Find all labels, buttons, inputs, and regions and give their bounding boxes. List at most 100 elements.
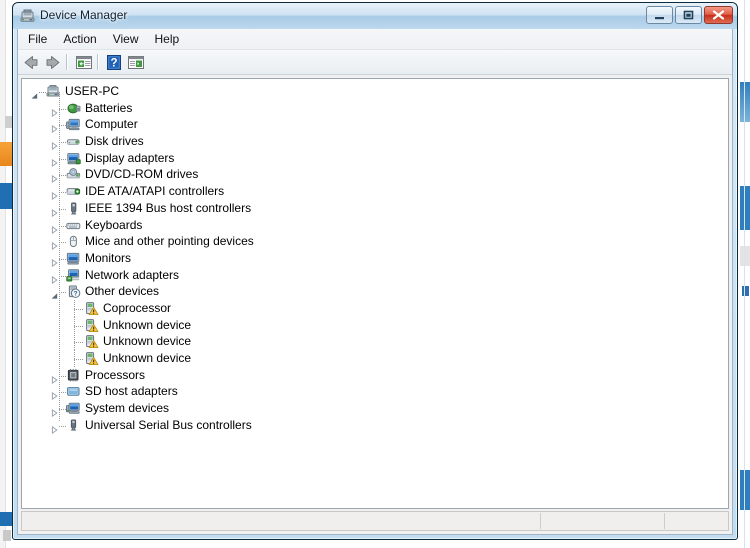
twisty-collapsed-icon[interactable]	[51, 238, 58, 251]
tree-node[interactable]: Universal Serial Bus controllers	[22, 417, 728, 434]
tree-guide	[59, 258, 66, 260]
title-bar[interactable]: Device Manager	[13, 3, 737, 29]
status-separator-1	[540, 513, 541, 529]
other-devices-icon: ?	[66, 284, 82, 299]
twisty-expanded-icon[interactable]	[31, 88, 38, 99]
tree-node[interactable]: Monitors	[22, 250, 728, 267]
twisty-collapsed-icon[interactable]	[51, 388, 58, 401]
tree-guide	[39, 92, 46, 93]
tree-node[interactable]: System devices	[22, 400, 728, 418]
twisty-collapsed-icon[interactable]	[51, 155, 58, 167]
window-title: Device Manager	[40, 8, 128, 22]
tree-node-root[interactable]: USER-PC	[22, 83, 728, 100]
background-fragment-left-bottom-text	[3, 530, 11, 541]
twisty-collapsed-icon[interactable]	[51, 255, 58, 267]
twisty-collapsed-icon[interactable]	[51, 222, 58, 234]
device-tree: USER-PC Batteries Computer Disk drives Displ…	[22, 79, 728, 434]
tree-node[interactable]: Unknown device	[22, 333, 728, 351]
twisty-collapsed-icon[interactable]	[51, 405, 58, 418]
background-fragment-left-blue-bottom	[0, 512, 12, 526]
tree-node-label: Monitors	[85, 250, 132, 265]
twisty-collapsed-icon[interactable]	[51, 205, 58, 217]
tree-node[interactable]: Unknown device	[22, 350, 728, 367]
device-manager-window: Device Manager File Action View Help ? U…	[12, 2, 738, 540]
tree-node[interactable]: Network adapters	[22, 267, 728, 284]
tree-node[interactable]: IEEE 1394 Bus host controllers	[22, 200, 728, 217]
background-fragment-right-gray	[740, 246, 750, 266]
mouse-icon	[66, 234, 82, 249]
properties-button[interactable]	[74, 53, 94, 72]
minimize-button[interactable]	[646, 6, 673, 24]
tree-node-label: Disk drives	[85, 134, 144, 149]
twisty-collapsed-icon[interactable]	[51, 272, 58, 284]
background-fragment-left-orange	[0, 142, 12, 166]
background-fragment-right-divider	[744, 0, 745, 548]
twisty-collapsed-icon[interactable]	[51, 422, 58, 434]
ieee1394-icon	[66, 201, 82, 216]
back-button[interactable]	[21, 53, 41, 72]
background-fragment-left-blue	[0, 183, 12, 209]
tree-guide-vertical	[59, 92, 60, 422]
unknown-device-warning-icon	[84, 351, 100, 366]
tree-node-label: Processors	[85, 367, 146, 382]
menu-help[interactable]: Help	[147, 29, 188, 49]
tree-node[interactable]: Mice and other pointing devices	[22, 233, 728, 251]
background-fragment-right-blue-2	[740, 186, 750, 230]
twisty-collapsed-icon[interactable]	[51, 188, 58, 201]
tree-node[interactable]: SD host adapters	[22, 383, 728, 401]
tree-guide	[59, 242, 66, 244]
tree-guide	[59, 125, 66, 127]
tree-node-label: DVD/CD-ROM drives	[85, 167, 199, 182]
tree-node[interactable]: ? Other devices	[22, 283, 728, 300]
twisty-collapsed-icon[interactable]	[51, 105, 58, 117]
tree-guide	[74, 342, 83, 344]
tree-guide	[59, 208, 66, 210]
close-button[interactable]	[704, 6, 733, 24]
status-bar	[21, 511, 729, 531]
screen: Device Manager File Action View Help ? U…	[0, 0, 750, 548]
tree-guide	[59, 192, 66, 194]
twisty-collapsed-icon[interactable]	[51, 138, 58, 151]
dvd-drive-icon	[66, 167, 82, 182]
computer-icon	[66, 117, 82, 132]
tree-node-label: Display adapters	[85, 150, 175, 165]
tree-guide	[59, 175, 66, 177]
device-manager-icon	[20, 8, 36, 24]
menu-action[interactable]: Action	[55, 29, 104, 49]
twisty-collapsed-icon[interactable]	[51, 171, 58, 184]
tree-node[interactable]: Disk drives	[22, 133, 728, 151]
unknown-device-warning-icon	[84, 301, 100, 316]
twisty-expanded-icon[interactable]	[51, 288, 58, 299]
network-adapter-icon	[66, 268, 82, 283]
tree-node-label: Network adapters	[85, 267, 180, 282]
twisty-collapsed-icon[interactable]	[51, 372, 58, 384]
processor-icon	[66, 368, 82, 383]
toolbar-separator-2	[97, 54, 99, 70]
help-button[interactable]: ?	[104, 53, 124, 72]
maximize-button[interactable]	[675, 6, 702, 24]
menu-file[interactable]: File	[20, 29, 55, 49]
unknown-device-warning-icon	[84, 318, 100, 333]
unknown-device-warning-icon	[84, 334, 100, 349]
tree-node[interactable]: Processors	[22, 367, 728, 384]
background-fragment-right-blue-3	[740, 470, 750, 510]
tree-node[interactable]: Unknown device	[22, 316, 728, 334]
sd-host-adapter-icon	[66, 384, 82, 399]
tree-node-label: Unknown device	[103, 351, 192, 365]
tree-node[interactable]: DVD/CD-ROM drives	[22, 166, 728, 184]
svg-text:?: ?	[74, 291, 78, 298]
ide-controller-icon	[66, 184, 82, 199]
tree-node[interactable]: Keyboards	[22, 217, 728, 234]
tree-node[interactable]: IDE ATA/ATAPI controllers	[22, 183, 728, 201]
tree-node[interactable]: Coprocessor	[22, 299, 728, 317]
twisty-collapsed-icon[interactable]	[51, 121, 58, 134]
tree-node-label: IEEE 1394 Bus host controllers	[85, 200, 252, 215]
tree-node[interactable]: Computer	[22, 116, 728, 134]
tree-node[interactable]: Display adapters	[22, 150, 728, 167]
device-tree-panel[interactable]: USER-PC Batteries Computer Disk drives Displ…	[21, 78, 729, 509]
svg-text:?: ?	[110, 57, 117, 69]
forward-button[interactable]	[43, 53, 63, 72]
tree-node[interactable]: Batteries	[22, 100, 728, 117]
show-hide-console-tree-button[interactable]	[126, 53, 146, 72]
menu-view[interactable]: View	[105, 29, 147, 49]
